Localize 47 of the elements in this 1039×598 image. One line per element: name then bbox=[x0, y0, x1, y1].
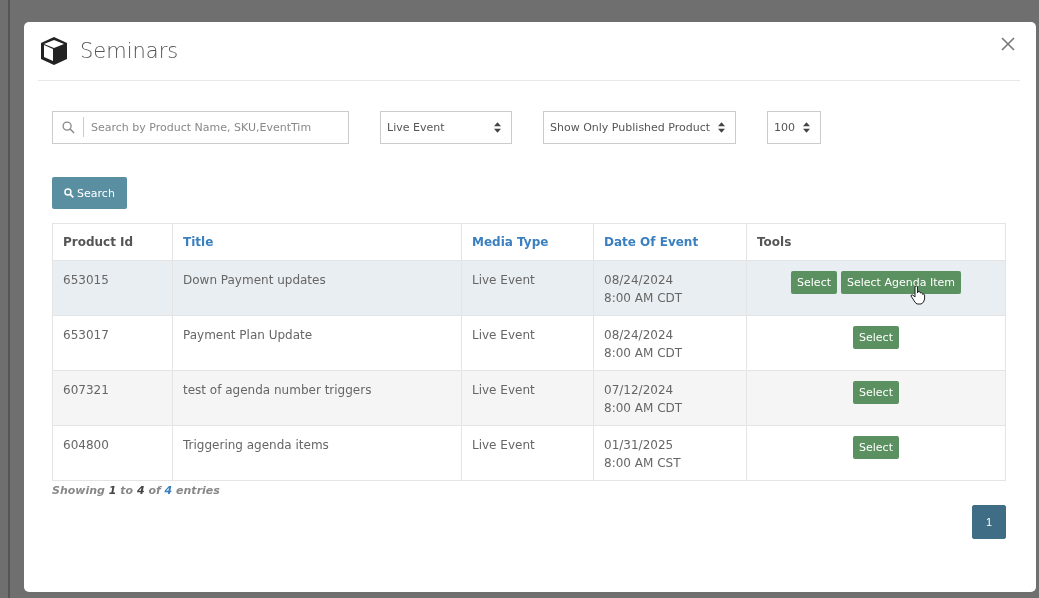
table-cell-text: 8:00 AM CDT bbox=[604, 400, 684, 417]
table-cell-text: 01/31/2025 bbox=[604, 437, 675, 454]
table-cell-text: 653015 bbox=[63, 272, 110, 289]
search-icon bbox=[62, 121, 75, 134]
table-row[interactable]: 604800 Triggering agenda items Live Event 01/31/2025 8:00 AM CST Select bbox=[52, 425, 1006, 481]
table-cell-text: 8:00 AM CST bbox=[604, 455, 682, 472]
column-header: Product Id bbox=[63, 235, 134, 249]
search-button[interactable]: Search bbox=[52, 177, 127, 209]
page-button[interactable]: 1 bbox=[972, 505, 1006, 539]
table-row[interactable]: 653015 Down Payment updates Live Event 08/24/2024 8:00 AM CDT Select Select Agenda Item bbox=[52, 260, 1006, 316]
table-cell-text: Live Event bbox=[472, 272, 536, 289]
entries-info: Showing 1 to 4 of 4 entries bbox=[52, 484, 220, 497]
select-button[interactable]: Select bbox=[853, 381, 899, 404]
sort-arrows-icon bbox=[803, 122, 811, 133]
table-cell-text: Payment Plan Update bbox=[183, 327, 314, 344]
table-cell-text: 8:00 AM CDT bbox=[604, 290, 684, 307]
select-button[interactable]: Select Agenda Item bbox=[841, 271, 961, 294]
column-header: Tools bbox=[757, 235, 792, 249]
cube-icon bbox=[38, 35, 70, 67]
table-cell-text: Live Event bbox=[472, 327, 536, 344]
table-cell-text: 07/12/2024 bbox=[604, 382, 675, 399]
select-button[interactable]: Select bbox=[791, 271, 837, 294]
table-cell-text: 604800 bbox=[63, 437, 110, 454]
table-cell-text: 08/24/2024 bbox=[604, 327, 675, 344]
close-icon[interactable] bbox=[1000, 36, 1016, 52]
search-icon bbox=[64, 188, 75, 198]
table-cell-text: Down Payment updates bbox=[183, 272, 327, 289]
table-cell-text: test of agenda number triggers bbox=[183, 382, 373, 399]
select-dropdown[interactable]: Live Event bbox=[380, 111, 512, 144]
table-cell-text: 653017 bbox=[63, 327, 110, 344]
select-dropdown[interactable]: 100 bbox=[767, 111, 822, 144]
search-field[interactable]: Search by Product Name, SKU,EventTim bbox=[52, 111, 349, 144]
table-cell-text: Live Event bbox=[472, 437, 536, 454]
table-row[interactable]: 607321 test of agenda number triggers Live Event 07/12/2024 8:00 AM CDT Select bbox=[52, 370, 1006, 426]
table-cell-text: 08/24/2024 bbox=[604, 272, 675, 289]
select-dropdown[interactable]: Show Only Published Product bbox=[543, 111, 737, 144]
table-row[interactable]: 653017 Payment Plan Update Live Event 08/24/2024 8:00 AM CDT Select bbox=[52, 315, 1006, 371]
table-cell-text: Triggering agenda items bbox=[183, 437, 330, 454]
dialog-title: Seminars bbox=[80, 39, 179, 63]
table-cell-text: Live Event bbox=[472, 382, 536, 399]
select-button[interactable]: Select bbox=[853, 326, 899, 349]
sort-arrows-icon bbox=[718, 122, 726, 133]
table-cell-text: 8:00 AM CDT bbox=[604, 345, 684, 362]
select-button[interactable]: Select bbox=[853, 436, 899, 459]
column-header[interactable]: Title bbox=[183, 235, 214, 249]
sort-arrows-icon bbox=[494, 122, 501, 133]
table-cell-text: 607321 bbox=[63, 382, 110, 399]
